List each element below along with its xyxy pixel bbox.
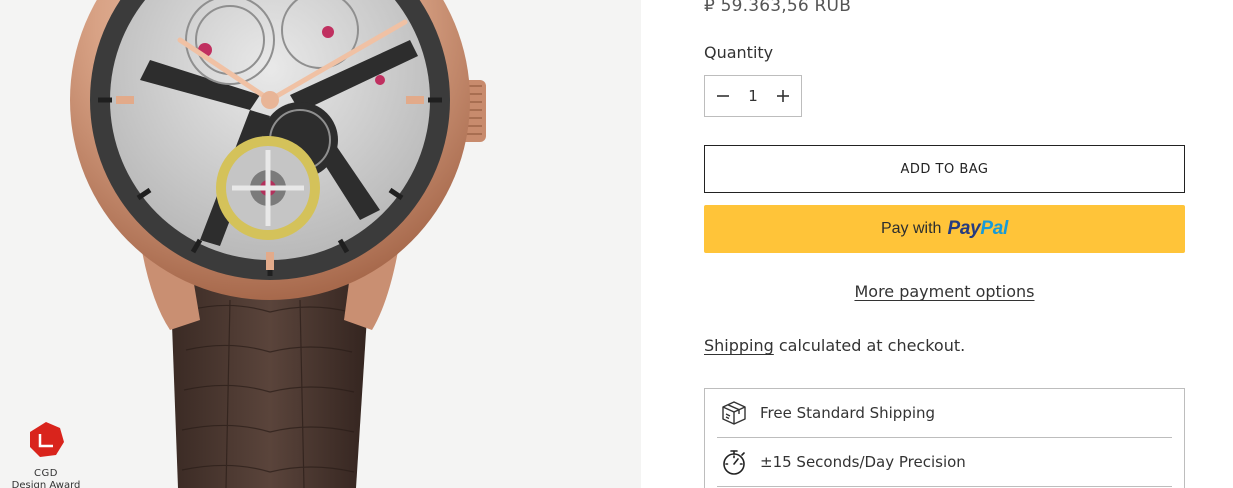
more-payment-options-link[interactable]: More payment options	[704, 282, 1185, 301]
award-title: CGD	[34, 468, 58, 479]
product-image-panel[interactable]: CGD Design Award	[0, 0, 641, 488]
paypal-logo-pal: Pal	[980, 218, 1008, 239]
quantity-stepper: 1	[704, 75, 802, 117]
feature-item-precision: ±15 Seconds/Day Precision	[717, 438, 1172, 487]
paypal-logo: PayPal	[947, 218, 1008, 240]
quantity-input[interactable]: 1	[741, 87, 765, 105]
shipping-note: Shipping calculated at checkout.	[704, 336, 965, 355]
product-price: ₽ 59.363,56 RUB	[704, 0, 852, 16]
award-logo	[30, 422, 64, 457]
increase-quantity-button[interactable]	[765, 76, 801, 116]
feature-label: Free Standard Shipping	[760, 404, 936, 422]
plus-icon	[777, 90, 789, 102]
features-list: Free Standard Shipping ±15 Seconds/Day P…	[704, 388, 1185, 488]
shipping-link[interactable]: Shipping	[704, 336, 774, 355]
paypal-checkout-button[interactable]: Pay with PayPal	[704, 205, 1185, 253]
stopwatch-icon	[719, 447, 749, 477]
award-subtitle: Design Award	[11, 480, 81, 488]
cgd-design-award-badge: CGD Design Award	[8, 420, 84, 488]
watch-image	[70, 0, 486, 488]
paypal-prefix: Pay with	[880, 220, 942, 237]
minus-icon	[717, 95, 729, 97]
shipping-suffix: calculated at checkout.	[773, 336, 966, 355]
box-icon	[719, 398, 749, 428]
add-to-bag-button[interactable]: ADD TO BAG	[704, 145, 1185, 193]
decrease-quantity-button[interactable]	[705, 76, 741, 116]
feature-label: ±15 Seconds/Day Precision	[760, 453, 966, 471]
paypal-logo-pay: Pay	[947, 218, 981, 239]
feature-item-shipping: Free Standard Shipping	[717, 389, 1172, 438]
quantity-label: Quantity	[704, 43, 774, 62]
